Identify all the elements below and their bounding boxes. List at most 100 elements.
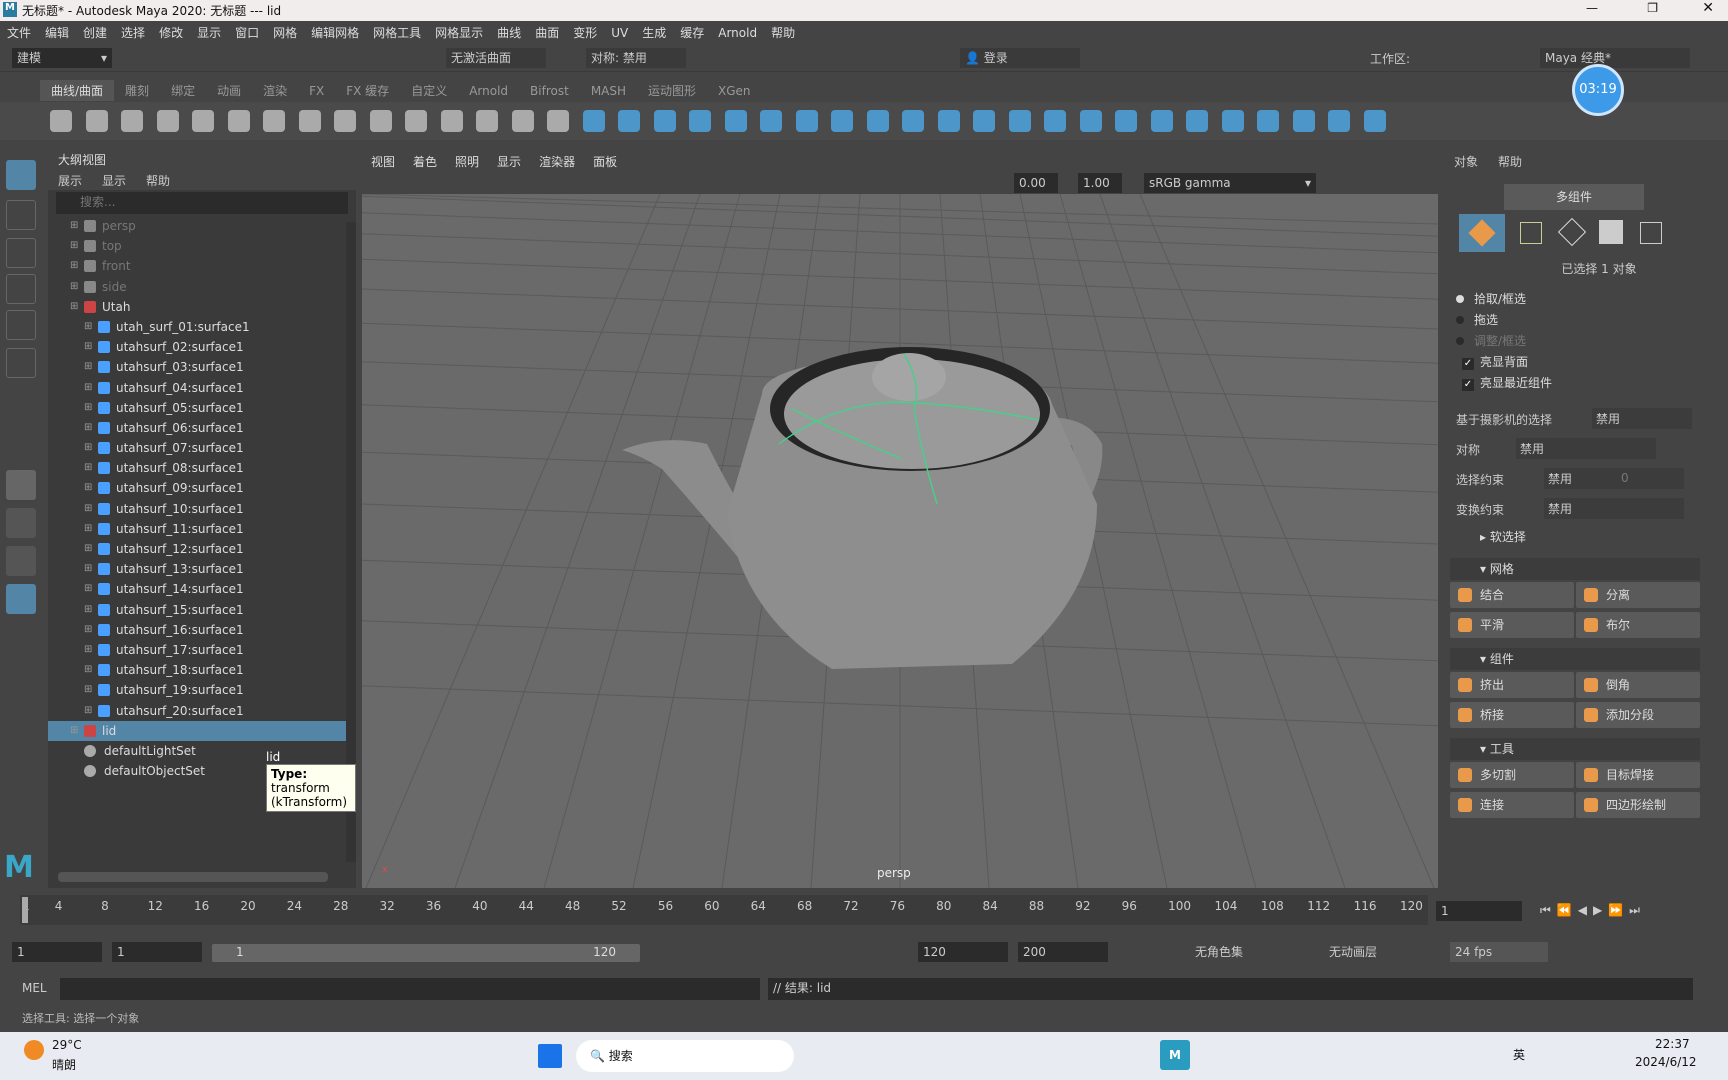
menu-item[interactable]: 网格 (273, 24, 297, 41)
expand-icon[interactable]: ⊞ (84, 640, 92, 660)
expand-icon[interactable]: ⊞ (84, 478, 92, 498)
outliner-row[interactable]: ⊞ utahsurf_06:surface1 (48, 418, 356, 438)
object-mode-button[interactable] (1459, 214, 1505, 252)
viewport-menu-item[interactable]: 渲染器 (539, 153, 575, 170)
checkbox-row[interactable]: ✓ 亮显最近组件 (1456, 374, 1552, 395)
expand-icon[interactable]: ⊞ (84, 701, 92, 721)
shelf-tool-icon[interactable] (547, 110, 569, 132)
start-time-field[interactable]: 1 (12, 942, 102, 962)
tool-button[interactable]: 四边形绘制 (1576, 792, 1700, 818)
multi-component-button[interactable]: 多组件 (1504, 184, 1644, 210)
viewport-menu-item[interactable]: 显示 (497, 153, 521, 170)
menu-item[interactable]: 文件 (7, 24, 31, 41)
current-time-marker[interactable] (22, 897, 28, 923)
expand-icon[interactable]: ⊞ (84, 559, 92, 579)
checkbox-icon[interactable]: ✓ (1462, 358, 1474, 370)
timer-badge[interactable]: 03:19 (1572, 64, 1624, 116)
menu-item[interactable]: 生成 (642, 24, 666, 41)
menu-item[interactable]: 编辑网格 (311, 24, 359, 41)
shelf-tool-icon[interactable] (263, 110, 285, 132)
clock-date[interactable]: 2024/6/12 (1635, 1055, 1697, 1069)
playback-controls[interactable]: ⏮⏪◀▶⏩⏭ (1540, 903, 1646, 918)
outliner-row[interactable]: ⊞ utahsurf_12:surface1 (48, 539, 356, 559)
outliner-search-input[interactable] (80, 192, 330, 212)
outliner-row[interactable]: ⊞ utahsurf_14:surface1 (48, 579, 356, 599)
shelf-tool-icon[interactable] (156, 110, 179, 132)
expand-icon[interactable]: ⊞ (84, 418, 92, 438)
tool-button[interactable]: 挤出 (1450, 672, 1574, 698)
expand-icon[interactable]: ⊞ (84, 680, 92, 700)
shelf-tool-icon[interactable] (476, 110, 498, 132)
layout-two-icon[interactable] (6, 546, 36, 576)
ime-indicator[interactable]: 英 (1513, 1046, 1525, 1063)
selection-radio[interactable]: 拾取/框选 (1456, 290, 1552, 311)
tool-button[interactable]: 连接 (1450, 792, 1574, 818)
shelf-tool-icon[interactable] (1150, 110, 1173, 132)
expand-icon[interactable]: ⊞ (84, 317, 92, 337)
edge-mode-icon[interactable] (1557, 217, 1587, 247)
viewport-menu-item[interactable]: 照明 (455, 153, 479, 170)
live-surface-field[interactable]: 无激活曲面 (446, 48, 546, 68)
expand-icon[interactable]: ⊞ (84, 458, 92, 478)
colorspace-dropdown[interactable]: sRGB gamma ▾ (1144, 173, 1316, 193)
maximize-button[interactable]: ❐ (1647, 1, 1658, 15)
shelf-tool-icon[interactable] (440, 110, 463, 132)
outliner-layout-icon[interactable] (6, 584, 36, 614)
tool-button[interactable]: 分离 (1576, 582, 1700, 608)
shelf-tool-icon[interactable] (866, 110, 889, 132)
tool-button[interactable]: 平滑 (1450, 612, 1574, 638)
symmetry-field[interactable]: 对称: 禁用 (586, 48, 686, 68)
expand-icon[interactable]: ⊞ (70, 277, 78, 297)
outliner-menu-item[interactable]: 帮助 (146, 172, 170, 189)
current-frame-field[interactable]: 1 (1436, 901, 1522, 921)
outliner-row[interactable]: ⊞ utahsurf_04:surface1 (48, 378, 356, 398)
weather-temp[interactable]: 29°C (52, 1038, 82, 1052)
menu-item[interactable]: 变形 (573, 24, 597, 41)
paint-select-icon[interactable] (6, 238, 36, 268)
shelf-tab[interactable]: 动画 (206, 80, 252, 101)
exposure-field[interactable]: 0.00 (1014, 173, 1058, 193)
maya-taskbar-icon[interactable]: M (1160, 1040, 1190, 1070)
shelf-tab[interactable]: FX 缓存 (335, 80, 400, 101)
shelf-tab[interactable]: 曲线/曲面 (40, 80, 115, 101)
end-time-field[interactable]: 200 (1018, 942, 1108, 962)
outliner-row[interactable]: ⊞ utahsurf_05:surface1 (48, 398, 356, 418)
menu-item[interactable]: 编辑 (45, 24, 69, 41)
expand-icon[interactable]: ⊞ (70, 721, 78, 741)
checkbox-icon[interactable]: ✓ (1462, 379, 1474, 391)
viewport-menu-item[interactable]: 着色 (413, 153, 437, 170)
outliner-row[interactable]: ⊞ utahsurf_11:surface1 (48, 519, 356, 539)
checkbox-row[interactable]: ✓ 亮显背面 (1456, 353, 1552, 374)
uv-mode-icon[interactable] (1640, 222, 1662, 244)
expand-icon[interactable]: ⊞ (70, 297, 78, 317)
menu-item[interactable]: 网格显示 (435, 24, 483, 41)
shelf-tool-icon[interactable] (1044, 110, 1066, 132)
shelf-tool-icon[interactable] (618, 110, 640, 132)
option-value[interactable]: 禁用 (1544, 468, 1684, 489)
menu-item[interactable]: 曲线 (497, 24, 521, 41)
shelf-tab[interactable]: 渲染 (252, 80, 298, 101)
expand-icon[interactable]: ⊞ (70, 236, 78, 256)
shelf-tool-icon[interactable] (298, 110, 321, 132)
soft-select-section[interactable]: ▸ 软选择 (1450, 526, 1700, 548)
face-mode-icon[interactable] (1599, 220, 1623, 244)
expand-icon[interactable]: ⊞ (84, 337, 92, 357)
outliner-row[interactable]: ⊞ lid (48, 720, 356, 741)
menu-item[interactable]: Arnold (718, 26, 757, 40)
outliner-row[interactable]: ⊞ utahsurf_19:surface1 (48, 680, 356, 700)
section-header[interactable]: ▾ 组件 (1450, 648, 1700, 670)
vertex-mode-icon[interactable] (1520, 222, 1542, 244)
shelf-tab[interactable]: 雕刻 (114, 80, 160, 101)
gamma-field[interactable]: 1.00 (1078, 173, 1122, 193)
selection-radio[interactable]: 调整/框选 (1456, 332, 1552, 353)
outliner-row[interactable]: ⊞ side (48, 277, 356, 297)
outliner-row[interactable]: ⊞ top (48, 236, 356, 256)
fps-dropdown[interactable]: 24 fps (1450, 942, 1548, 962)
expand-icon[interactable]: ⊞ (70, 216, 78, 236)
outliner-row[interactable]: ⊞ utahsurf_18:surface1 (48, 660, 356, 680)
shelf-tab[interactable]: XGen (707, 82, 762, 100)
option-value[interactable]: 禁用 (1544, 498, 1684, 519)
outliner-row[interactable]: ⊞ utahsurf_07:surface1 (48, 438, 356, 458)
outliner-search[interactable] (56, 192, 348, 214)
shelf-tool-icon[interactable] (760, 110, 782, 132)
